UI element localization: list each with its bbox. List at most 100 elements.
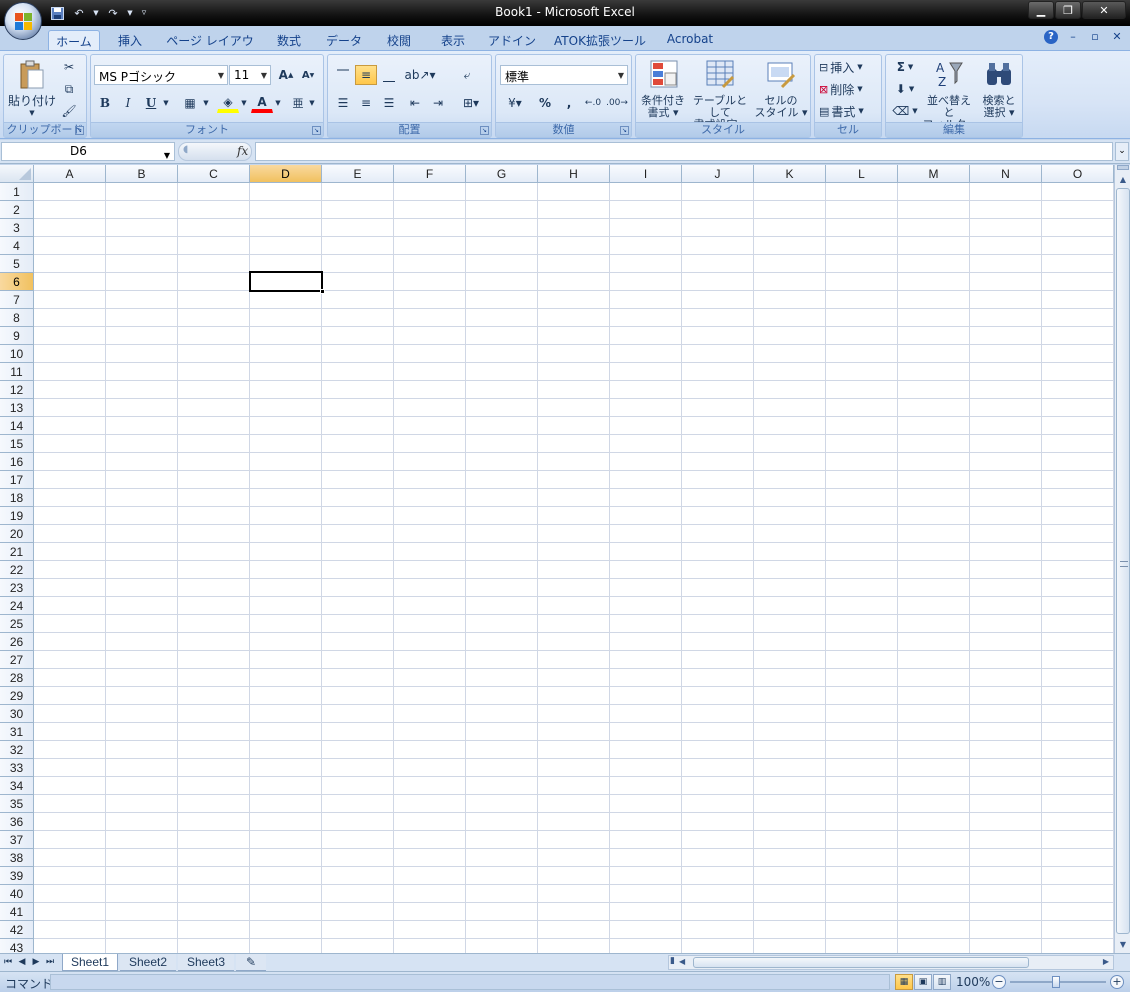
row-header[interactable]: 16 [0,453,34,471]
fill-color-icon[interactable]: ◈ [217,93,239,113]
help-icon[interactable]: ? [1044,30,1058,44]
font-color-button[interactable]: A [251,93,273,113]
column-header[interactable]: F [394,165,466,183]
row-header[interactable]: 7 [0,291,34,309]
next-sheet-icon[interactable]: ▶ [30,956,42,969]
column-header[interactable]: C [178,165,250,183]
scroll-right-icon[interactable]: ▶ [1103,957,1109,966]
align-top-icon[interactable]: ⎺ [332,65,354,85]
find-select-button[interactable]: 検索と 選択 ▾ [976,57,1022,123]
fill-handle[interactable] [320,289,325,294]
row-header[interactable]: 17 [0,471,34,489]
row-header[interactable]: 42 [0,921,34,939]
zoom-slider-thumb[interactable] [1052,976,1060,988]
tab-formulas[interactable]: 数式 [268,30,310,50]
restore-button[interactable]: ❐ [1055,1,1081,19]
row-header[interactable]: 13 [0,399,34,417]
name-box-dropdown-icon[interactable]: ▼ [164,147,170,164]
borders-dropdown-icon[interactable]: ▼ [201,93,211,113]
tab-review[interactable]: 校閲 [378,30,420,50]
row-header[interactable]: 11 [0,363,34,381]
row-header[interactable]: 41 [0,903,34,921]
row-header[interactable]: 40 [0,885,34,903]
merge-center-icon[interactable]: ⊞▾ [456,93,486,113]
row-header[interactable]: 18 [0,489,34,507]
row-header[interactable]: 26 [0,633,34,651]
tab-split-icon[interactable]: ▮ [670,956,675,966]
zoom-in-icon[interactable]: + [1110,975,1124,989]
row-header[interactable]: 36 [0,813,34,831]
split-box[interactable] [1117,165,1129,170]
row-header[interactable]: 39 [0,867,34,885]
comma-button[interactable]: , [558,93,580,113]
alignment-launcher-icon[interactable]: ↘ [480,126,489,135]
horizontal-scroll-thumb[interactable] [693,957,1029,968]
number-format-combo[interactable]: 標準 ▼ [500,65,628,85]
column-header[interactable]: O [1042,165,1114,183]
column-header[interactable]: D [250,165,322,183]
row-header[interactable]: 21 [0,543,34,561]
row-header[interactable]: 30 [0,705,34,723]
column-header[interactable]: N [970,165,1042,183]
copy-icon[interactable]: ⧉ [58,79,80,99]
underline-dropdown-icon[interactable]: ▼ [161,93,171,113]
tab-addins[interactable]: アドイン [484,30,540,50]
row-header[interactable]: 43 [0,939,34,953]
font-size-combo[interactable]: 11 ▼ [229,65,271,85]
tab-page-layout[interactable]: ページ レイアウト [162,30,258,65]
row-header[interactable]: 10 [0,345,34,363]
font-name-combo[interactable]: MS Pゴシック ▼ [94,65,228,85]
wrap-text-icon[interactable]: ⤶ [456,65,478,85]
cell-area[interactable] [34,183,1114,953]
column-header[interactable]: H [538,165,610,183]
row-header[interactable]: 31 [0,723,34,741]
scroll-left-icon[interactable]: ◀ [679,957,685,966]
row-header[interactable]: 5 [0,255,34,273]
expand-formula-bar-icon[interactable]: ⌄ [1115,142,1129,161]
workbook-minimize-icon[interactable]: – [1066,30,1080,44]
currency-icon[interactable]: ¥▾ [500,93,530,113]
minimize-button[interactable]: ▁ [1028,1,1054,19]
orientation-icon[interactable]: ab↗▾ [404,65,436,85]
sort-filter-button[interactable]: AZ 並べ替えと フィルタ ▾ [922,57,976,131]
column-header[interactable]: K [754,165,826,183]
bold-button[interactable]: B [94,93,116,113]
zoom-out-icon[interactable]: − [992,975,1006,989]
vertical-scroll-thumb[interactable] [1116,188,1130,934]
delete-cells-button[interactable]: ⊠ 削除 ▼ [819,79,863,99]
insert-cells-button[interactable]: ⊟ 挿入 ▼ [819,57,863,77]
row-header[interactable]: 15 [0,435,34,453]
autosum-button[interactable]: Σ ▼ [890,57,920,77]
cut-icon[interactable]: ✂ [58,57,80,77]
office-button[interactable] [4,2,42,40]
row-header[interactable]: 38 [0,849,34,867]
sheet-tab-sheet2[interactable]: Sheet2 [120,954,176,971]
font-color-dropdown-icon[interactable]: ▼ [273,93,283,113]
format-cells-button[interactable]: ▤ 書式 ▼ [819,101,864,121]
increase-decimal-icon[interactable]: ←.0 [582,93,604,113]
formula-input[interactable] [255,142,1113,161]
select-all-button[interactable] [0,165,34,183]
column-header[interactable]: E [322,165,394,183]
last-sheet-icon[interactable]: ⏭ [44,956,56,969]
vertical-scrollbar[interactable]: ▲ ▼ [1114,165,1130,953]
column-header[interactable]: M [898,165,970,183]
column-header[interactable]: L [826,165,898,183]
row-header[interactable]: 4 [0,237,34,255]
increase-indent-icon[interactable]: ⇥ [427,93,449,113]
scroll-up-icon[interactable]: ▲ [1116,173,1130,187]
scroll-down-icon[interactable]: ▼ [1116,938,1130,952]
borders-icon[interactable]: ▦ [179,93,201,113]
sheet-tab-sheet3[interactable]: Sheet3 [178,954,234,971]
workbook-close-icon[interactable]: ✕ [1110,30,1124,44]
font-launcher-icon[interactable]: ↘ [312,126,321,135]
insert-sheet-icon[interactable]: ✎ [236,954,266,971]
row-header[interactable]: 34 [0,777,34,795]
format-painter-icon[interactable]: 🖌 [58,101,80,121]
name-box[interactable]: D6 ▼ [1,142,175,161]
align-bottom-icon[interactable]: ⎽ [378,65,400,85]
row-header[interactable]: 24 [0,597,34,615]
row-header[interactable]: 25 [0,615,34,633]
column-header[interactable]: A [34,165,106,183]
insert-function-button[interactable]: fx [237,144,248,158]
